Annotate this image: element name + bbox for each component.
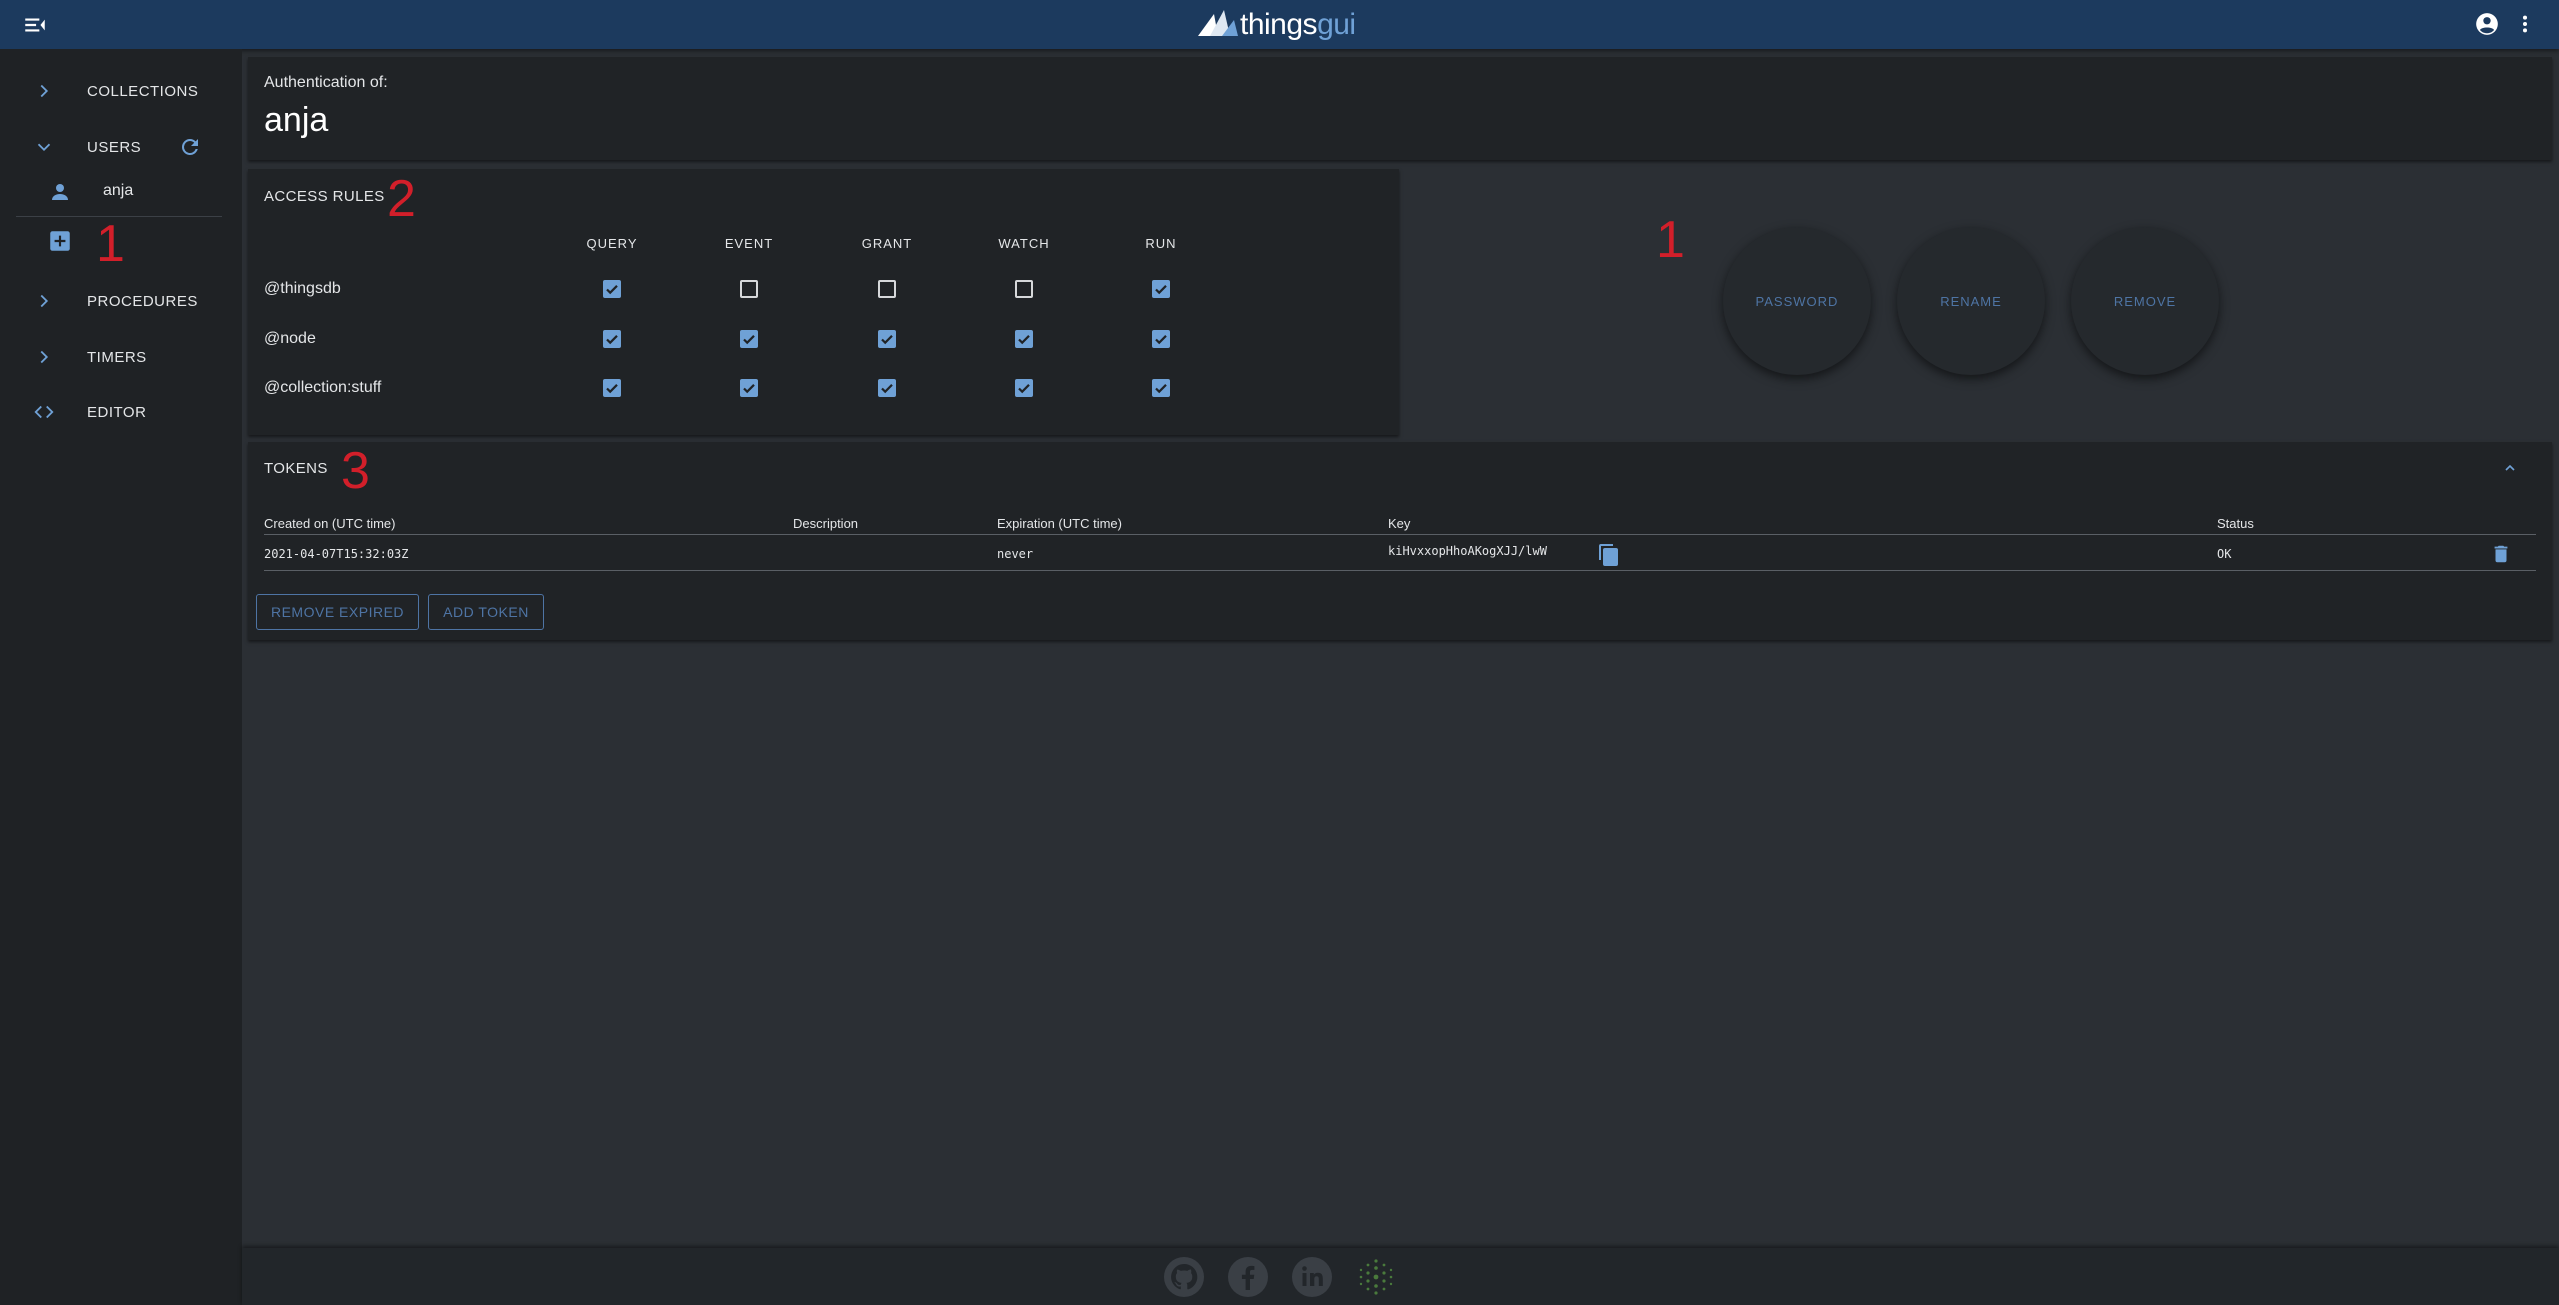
check-icon: [743, 335, 755, 345]
checkbox-query[interactable]: [603, 379, 621, 397]
chevron-right-icon: [40, 350, 49, 364]
checkbox-watch[interactable]: [1015, 379, 1033, 397]
checkbox-event[interactable]: [740, 379, 758, 397]
dots-vertical-icon[interactable]: [2514, 11, 2536, 37]
checkbox-run[interactable]: [1152, 330, 1170, 348]
sidebar-user-anja[interactable]: anja: [0, 168, 242, 216]
column-header-description: Description: [793, 516, 859, 531]
token-created: 2021-04-07T15:32:03Z: [264, 547, 409, 561]
linkedin-icon[interactable]: [1290, 1255, 1334, 1299]
sidebar-item-label: USERS: [87, 138, 142, 156]
checkbox-event[interactable]: [740, 330, 758, 348]
sidebar-item-label: TIMERS: [87, 348, 147, 366]
checkbox-run[interactable]: [1152, 379, 1170, 397]
remove-user-button[interactable]: REMOVE: [2071, 227, 2219, 375]
check-icon: [1018, 384, 1030, 394]
column-header-grant: GRANT: [861, 236, 913, 251]
check-icon: [743, 384, 755, 394]
column-header-key: Key: [1388, 516, 1411, 531]
chevron-up-icon[interactable]: [2502, 460, 2518, 476]
sidebar-item-editor[interactable]: EDITOR: [0, 388, 242, 436]
checkbox-grant[interactable]: [878, 330, 896, 348]
sidebar-item-collections[interactable]: COLLECTIONS: [0, 67, 242, 115]
token-key: kiHvxxopHhoAKogXJJ/lwW: [1388, 544, 1547, 558]
annotation-mark: 2: [387, 170, 416, 228]
check-icon: [606, 384, 618, 394]
column-header-created: Created on (UTC time): [264, 516, 396, 531]
sidebar-item-users[interactable]: USERS: [0, 123, 242, 171]
check-icon: [1018, 335, 1030, 345]
auth-subtitle: Authentication of:: [264, 74, 388, 91]
top-app-bar: things gui: [0, 0, 2559, 49]
annotation-mark: 3: [341, 442, 370, 500]
sidebar: COLLECTIONS USERS anja 1 PROCEDURES TIME…: [0, 49, 242, 1305]
auth-header-card: Authentication of: anja: [248, 57, 2552, 160]
add-box-icon[interactable]: [47, 228, 73, 254]
check-icon: [606, 335, 618, 345]
annotation-mark: 1: [1656, 211, 1685, 269]
delete-icon[interactable]: [2490, 542, 2512, 566]
check-icon: [881, 335, 893, 345]
access-rules-card: ACCESS RULES 2 QUERY EVENT GRANT WATCH R…: [248, 169, 1399, 435]
check-icon: [881, 384, 893, 394]
tokens-title: TOKENS: [264, 460, 328, 477]
thingsdb-dots-icon[interactable]: [1354, 1255, 1398, 1299]
refresh-icon[interactable]: [178, 135, 202, 159]
column-header-status: Status: [2217, 516, 2254, 531]
column-header-expiration: Expiration (UTC time): [997, 516, 1122, 531]
chevron-right-icon: [40, 294, 49, 308]
logo-text-main: things: [1240, 8, 1318, 41]
menu-collapse-icon[interactable]: [22, 12, 48, 38]
page-title: anja: [264, 101, 329, 139]
tokens-card: TOKENS 3 Created on (UTC time) Descripti…: [248, 442, 2552, 640]
rename-button[interactable]: RENAME: [1897, 227, 2045, 375]
column-header-watch: WATCH: [998, 236, 1050, 251]
chevron-right-icon: [40, 84, 49, 98]
account-circle-icon[interactable]: [2474, 11, 2500, 37]
github-icon[interactable]: [1162, 1255, 1206, 1299]
token-status: OK: [2217, 547, 2232, 561]
checkbox-watch[interactable]: [1015, 330, 1033, 348]
logo-text-accent: gui: [1317, 8, 1356, 41]
column-header-query: QUERY: [586, 236, 638, 251]
check-icon: [1155, 285, 1167, 295]
column-header-event: EVENT: [724, 236, 774, 251]
check-icon: [606, 285, 618, 295]
annotation-mark: 1: [96, 215, 125, 273]
checkbox-watch[interactable]: [1015, 280, 1033, 298]
checkbox-run[interactable]: [1152, 280, 1170, 298]
sidebar-item-timers[interactable]: TIMERS: [0, 333, 242, 381]
thingsgui-logo[interactable]: things gui: [1196, 6, 1356, 44]
person-icon: [52, 184, 68, 200]
add-token-button[interactable]: ADD TOKEN: [428, 594, 544, 630]
checkbox-event[interactable]: [740, 280, 758, 298]
rule-scope-label: @collection:stuff: [264, 379, 382, 396]
remove-expired-button[interactable]: REMOVE EXPIRED: [256, 594, 419, 630]
logo-icon: [1198, 10, 1238, 36]
checkbox-query[interactable]: [603, 280, 621, 298]
table-divider: [264, 534, 2536, 535]
sidebar-item-procedures[interactable]: PROCEDURES: [0, 277, 242, 325]
sidebar-item-label: COLLECTIONS: [87, 82, 199, 100]
sidebar-item-label: PROCEDURES: [87, 292, 198, 310]
rule-scope-label: @node: [264, 330, 316, 347]
token-expiration: never: [997, 547, 1034, 561]
checkbox-grant[interactable]: [878, 379, 896, 397]
facebook-icon[interactable]: [1226, 1255, 1270, 1299]
checkbox-query[interactable]: [603, 330, 621, 348]
rule-scope-label: @thingsdb: [264, 280, 341, 297]
password-button[interactable]: PASSWORD: [1723, 227, 1871, 375]
chevron-down-icon: [37, 143, 51, 152]
access-rules-title: ACCESS RULES: [264, 188, 385, 205]
content-copy-icon[interactable]: [1597, 542, 1621, 568]
sidebar-user-label: anja: [103, 182, 134, 199]
footer: [242, 1248, 2559, 1305]
checkbox-grant[interactable]: [878, 280, 896, 298]
column-header-run: RUN: [1145, 236, 1177, 251]
table-divider: [264, 570, 2536, 571]
check-icon: [1155, 384, 1167, 394]
code-icon: [34, 405, 54, 419]
check-icon: [1155, 335, 1167, 345]
sidebar-item-label: EDITOR: [87, 403, 147, 421]
